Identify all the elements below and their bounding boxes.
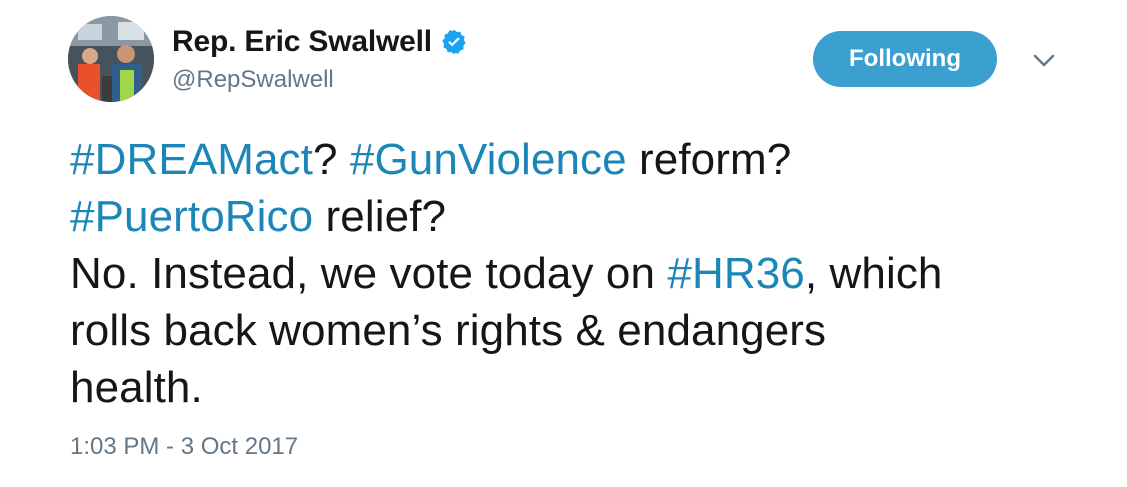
hashtag-link[interactable]: #GunViolence <box>350 135 627 184</box>
tweet-text-line: #PuertoRico relief? <box>70 188 1080 245</box>
avatar[interactable] <box>68 16 154 102</box>
tweet-text-line: rolls back women’s rights & endangers <box>70 302 1080 359</box>
tweet-text-segment: , which <box>804 249 943 298</box>
tweet-text-segment: reform? <box>626 135 792 184</box>
author-row: Rep. Eric Swalwell <box>172 24 468 60</box>
tweet-text-line: #DREAMact? #GunViolence reform? <box>70 131 1080 188</box>
tweet-text-segment: relief? <box>313 192 447 241</box>
author-handle[interactable]: @RepSwalwell <box>172 66 334 94</box>
tweet-text-line: health. <box>70 359 1080 416</box>
tweet-text-line: No. Instead, we vote today on #HR36, whi… <box>70 245 1080 302</box>
hashtag-link[interactable]: #HR36 <box>667 249 804 298</box>
tweet-text: #DREAMact? #GunViolence reform? #PuertoRi… <box>70 131 1080 416</box>
tweet-card: Rep. Eric Swalwell @RepSwalwell Followin… <box>0 0 1127 487</box>
following-button[interactable]: Following <box>813 31 997 87</box>
verified-badge-icon <box>440 28 468 56</box>
author-display-name[interactable]: Rep. Eric Swalwell <box>172 25 432 59</box>
tweet-text-segment: ? <box>312 135 350 184</box>
tweet-timestamp[interactable]: 1:03 PM - 3 Oct 2017 <box>70 433 298 461</box>
hashtag-link[interactable]: #PuertoRico <box>70 192 313 241</box>
hashtag-link[interactable]: #DREAMact <box>70 135 313 184</box>
chevron-down-icon[interactable] <box>1029 48 1059 74</box>
tweet-text-segment: health. <box>70 363 203 412</box>
avatar-photo <box>68 16 154 102</box>
tweet-text-segment: rolls back women’s rights & endangers <box>70 306 827 355</box>
tweet-text-segment: No. Instead, we vote today on <box>70 249 668 298</box>
